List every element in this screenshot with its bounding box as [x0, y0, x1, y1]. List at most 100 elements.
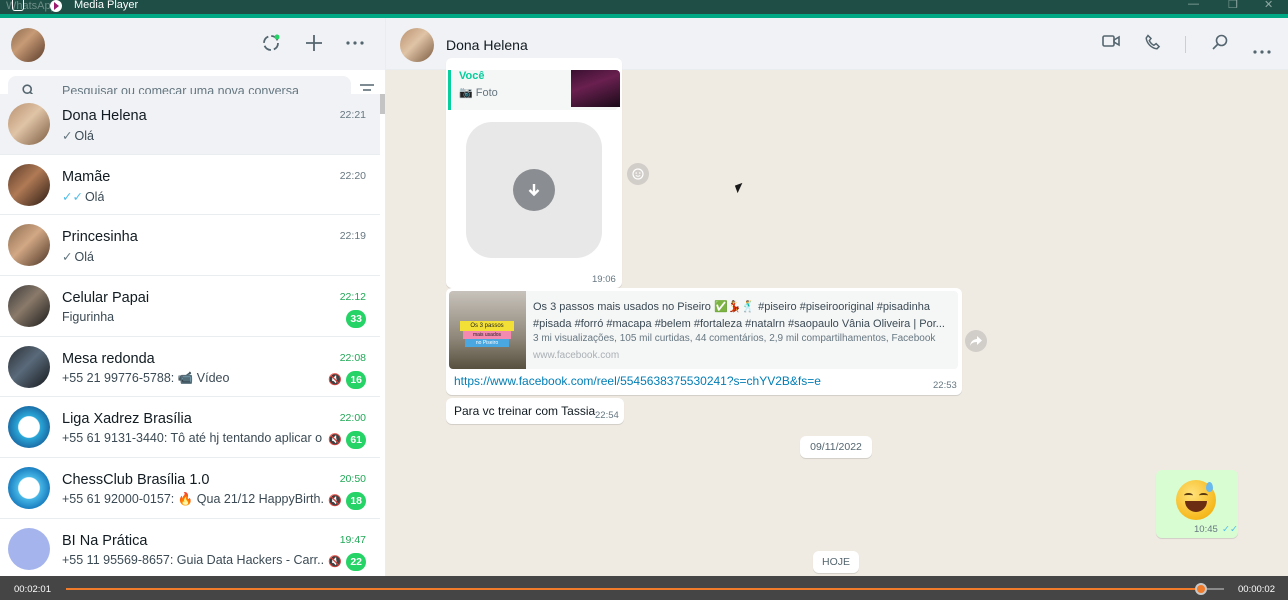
status-icon[interactable]	[260, 32, 282, 54]
muted-icon: 🔇	[328, 373, 342, 386]
reply-thumbnail	[571, 70, 620, 107]
chat-preview: +55 61 9131-3440: Tô até hj tentando apl…	[62, 431, 324, 445]
search-messages-icon[interactable]	[1212, 34, 1228, 55]
conversation-pane: Dona Helena Você 📷 Foto 19:06 Os 3 passo…	[386, 18, 1288, 576]
chat-preview-text: +55 11 95569-8657: Guia Data Hackers - C…	[62, 552, 324, 567]
chat-preview: ✓ Olá	[62, 249, 94, 264]
link-preview-card[interactable]: Os 3 passos mais usados no Piseiro Os 3 …	[449, 291, 958, 369]
camera-icon: 📷	[459, 87, 473, 99]
contact-avatar[interactable]	[400, 28, 434, 62]
chat-preview: +55 21 99776-5788: 📹 Vídeo	[62, 371, 229, 386]
thumb-caption-3: no Piseiro	[465, 339, 509, 347]
chat-preview: +55 61 92000-0157: 🔥 Qua 21/12 HappyBirt…	[62, 492, 324, 507]
chat-preview-text: +55 61 9131-3440: Tô até hj tentando apl…	[62, 431, 324, 446]
unread-badge: 61	[346, 431, 366, 450]
chat-list-item[interactable]: BI Na Prática 19:47 +55 11 95569-8657: Gui…	[0, 519, 380, 580]
remaining-time: 00:00:02	[1238, 584, 1275, 595]
chat-list-item[interactable]: Dona Helena 22:21 ✓ Olá	[0, 94, 380, 155]
unread-badge: 22	[346, 552, 366, 571]
seek-bar-fill	[66, 588, 1201, 590]
chat-preview-text: Figurinha	[62, 310, 115, 325]
sweat-smile-emoji-icon	[1176, 480, 1216, 520]
menu-icon[interactable]	[344, 32, 366, 54]
text-time: 22:54	[595, 410, 619, 421]
reply-type-label: Foto	[475, 87, 498, 99]
chat-preview-text: Olá	[74, 129, 94, 143]
chat-preview-text: +55 61 92000-0157: 🔥 Qua 21/12 HappyBirt…	[62, 492, 324, 507]
image-placeholder[interactable]	[466, 122, 602, 258]
chat-time: 20:50	[339, 473, 366, 486]
restore-icon[interactable]: ❐	[1228, 0, 1238, 11]
app-icon	[12, 0, 24, 11]
new-chat-icon[interactable]	[303, 32, 325, 54]
thumb-caption-1: Os 3 passos	[460, 321, 514, 331]
chat-list: Dona Helena 22:21 ✓ Olá Mamãe 22:20 ✓✓ Olá Princ…	[0, 94, 380, 580]
reply-sender: Você	[459, 70, 485, 82]
chat-name: Mesa redonda	[62, 350, 155, 367]
my-avatar[interactable]	[11, 28, 45, 62]
chat-avatar	[8, 163, 50, 206]
window-titlebar: WhatsApp Media Player — ❐ ✕	[0, 0, 1288, 14]
left-header	[0, 18, 385, 70]
chat-list-item[interactable]: ChessClub Brasília 1.0 20:50 +55 61 92000-…	[0, 458, 380, 519]
chat-preview: +55 11 95569-8657: Guia Data Hackers - C…	[62, 553, 324, 567]
chat-time: 19:47	[339, 533, 366, 546]
chat-name: Celular Papai	[62, 290, 150, 307]
chat-preview: Figurinha	[62, 310, 114, 324]
voice-call-icon[interactable]	[1145, 34, 1161, 55]
chat-list-item[interactable]: Mesa redonda 22:08 +55 21 99776-5788: 📹 Ví…	[0, 337, 380, 398]
chat-list-item[interactable]: Liga Xadrez Brasília 22:00 +55 61 9131-344…	[0, 397, 380, 459]
chat-avatar	[8, 224, 50, 267]
seek-handle[interactable]	[1194, 583, 1207, 595]
chat-preview: ✓✓ Olá	[62, 189, 104, 204]
today-divider: HOJE	[813, 551, 859, 573]
chat-avatar	[8, 103, 50, 145]
message-status-icon: ✓	[62, 250, 73, 265]
outgoing-emoji-bubble[interactable]: 10:45 ✓✓	[1156, 470, 1238, 538]
header-divider	[1185, 36, 1186, 53]
reply-type: 📷 Foto	[459, 86, 498, 99]
minimize-icon[interactable]: —	[1188, 0, 1199, 10]
chat-preview-text: Olá	[74, 250, 94, 265]
text-message: Para vc treinar com Tassia	[454, 404, 596, 418]
forward-icon[interactable]	[965, 330, 987, 352]
chat-avatar	[8, 467, 50, 510]
chat-time: 22:00	[339, 412, 366, 425]
chat-list-item[interactable]: Princesinha 22:19 ✓ Olá	[0, 215, 380, 277]
link-preview-thumbnail: Os 3 passos mais usados no Piseiro	[449, 291, 526, 369]
chat-name: BI Na Prática	[62, 532, 148, 549]
chat-preview-text: Olá	[84, 189, 105, 204]
seek-bar[interactable]	[66, 583, 1224, 595]
emoji-time: 10:45	[1194, 524, 1218, 535]
muted-icon: 🔇	[328, 555, 342, 568]
mouse-cursor-icon	[734, 182, 746, 194]
react-emoji-icon[interactable]	[627, 163, 649, 185]
chat-list-item[interactable]: Celular Papai 22:12 Figurinha 33	[0, 276, 380, 337]
chat-avatar	[8, 285, 50, 328]
chat-time: 22:08	[339, 351, 366, 364]
link-preview-meta: 3 mi visualizações, 105 mil curtidas, 44…	[533, 333, 936, 344]
window-title: Media Player	[74, 0, 139, 11]
unread-badge: 18	[346, 492, 366, 511]
message-link[interactable]: https://www.facebook.com/reel/5545638375…	[454, 374, 821, 388]
chat-name: Liga Xadrez Brasília	[62, 411, 192, 428]
chat-time: 22:21	[339, 109, 366, 121]
muted-icon: 🔇	[328, 495, 342, 508]
download-button[interactable]	[513, 169, 555, 211]
close-icon[interactable]: ✕	[1264, 0, 1273, 11]
chat-preview-text: +55 21 99776-5788: 📹 Vídeo	[62, 370, 230, 385]
contact-name[interactable]: Dona Helena	[446, 37, 528, 53]
date-divider: 09/11/2022	[800, 436, 872, 458]
media-player-bar: 00:02:01 00:00:02	[0, 576, 1288, 600]
conversation-menu-icon[interactable]	[1253, 42, 1271, 60]
muted-icon: 🔇	[328, 434, 342, 447]
chat-avatar	[8, 406, 50, 449]
elapsed-time: 00:02:01	[14, 584, 51, 595]
chat-name: Princesinha	[62, 229, 138, 246]
unread-badge: 16	[346, 370, 366, 389]
thumb-caption-2: mais usados	[463, 331, 511, 339]
video-call-icon[interactable]	[1102, 34, 1120, 53]
chat-list-item[interactable]: Mamãe 22:20 ✓✓ Olá	[0, 155, 380, 216]
message-status-icon: ✓	[62, 129, 73, 143]
unread-badge: 33	[346, 310, 366, 329]
